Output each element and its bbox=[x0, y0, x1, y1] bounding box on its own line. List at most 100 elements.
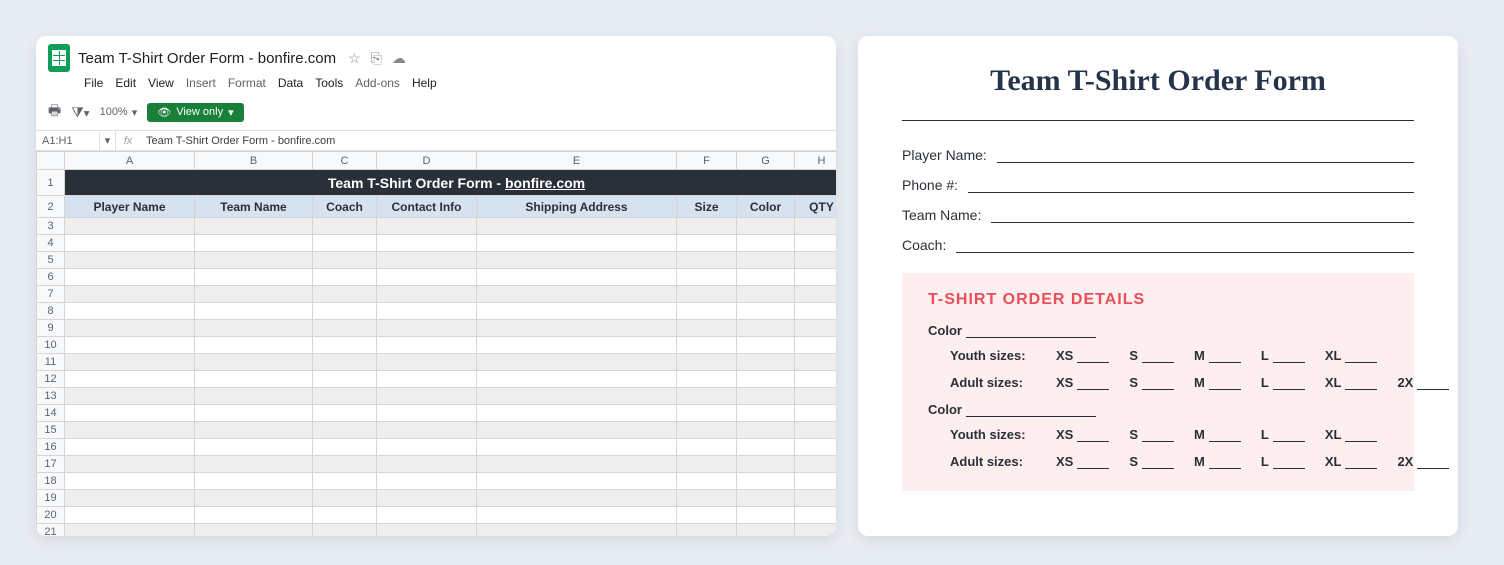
cell[interactable] bbox=[795, 490, 837, 507]
cell[interactable] bbox=[195, 405, 313, 422]
cell[interactable] bbox=[313, 405, 377, 422]
cell[interactable] bbox=[677, 388, 737, 405]
size-blank-line[interactable] bbox=[1077, 457, 1109, 469]
cell[interactable] bbox=[677, 320, 737, 337]
row-header[interactable]: 20 bbox=[37, 507, 65, 524]
cell[interactable] bbox=[377, 388, 477, 405]
cell[interactable] bbox=[795, 507, 837, 524]
cell[interactable] bbox=[477, 235, 677, 252]
row-header[interactable]: 2 bbox=[37, 196, 65, 218]
cell[interactable] bbox=[313, 371, 377, 388]
cell[interactable] bbox=[377, 252, 477, 269]
cell[interactable] bbox=[795, 371, 837, 388]
cell[interactable] bbox=[65, 269, 195, 286]
cell[interactable] bbox=[477, 405, 677, 422]
cell[interactable] bbox=[65, 388, 195, 405]
column-header-cell[interactable]: Player Name bbox=[65, 196, 195, 218]
menu-view[interactable]: View bbox=[148, 76, 174, 90]
cell[interactable] bbox=[65, 286, 195, 303]
color-blank-line[interactable] bbox=[966, 326, 1096, 338]
cell[interactable] bbox=[195, 439, 313, 456]
menu-help[interactable]: Help bbox=[412, 76, 437, 90]
cell[interactable] bbox=[313, 507, 377, 524]
cell[interactable] bbox=[377, 439, 477, 456]
cell[interactable] bbox=[795, 456, 837, 473]
cell[interactable] bbox=[195, 490, 313, 507]
cell[interactable] bbox=[737, 456, 795, 473]
cell[interactable] bbox=[737, 269, 795, 286]
cell[interactable] bbox=[737, 218, 795, 235]
cell[interactable] bbox=[313, 269, 377, 286]
cell[interactable] bbox=[677, 524, 737, 537]
cell[interactable] bbox=[65, 337, 195, 354]
cell[interactable] bbox=[677, 269, 737, 286]
row-header[interactable]: 11 bbox=[37, 354, 65, 371]
cell[interactable] bbox=[677, 422, 737, 439]
col-header[interactable]: H bbox=[795, 152, 837, 170]
cell[interactable] bbox=[477, 354, 677, 371]
cell[interactable] bbox=[477, 303, 677, 320]
cell[interactable] bbox=[737, 252, 795, 269]
cell[interactable] bbox=[795, 286, 837, 303]
cell[interactable] bbox=[65, 371, 195, 388]
filter-icon[interactable]: ⧩▾ bbox=[71, 104, 89, 121]
cell[interactable] bbox=[677, 286, 737, 303]
row-header[interactable]: 4 bbox=[37, 235, 65, 252]
cell[interactable] bbox=[477, 524, 677, 537]
column-header-cell[interactable]: Size bbox=[677, 196, 737, 218]
formula-bar-value[interactable]: Team T-Shirt Order Form - bonfire.com bbox=[140, 132, 341, 150]
cell[interactable] bbox=[677, 354, 737, 371]
cell[interactable] bbox=[195, 422, 313, 439]
cell[interactable] bbox=[377, 456, 477, 473]
cell[interactable] bbox=[795, 337, 837, 354]
cell[interactable] bbox=[477, 269, 677, 286]
cell[interactable] bbox=[377, 405, 477, 422]
cell[interactable] bbox=[737, 337, 795, 354]
star-icon[interactable]: ☆ bbox=[348, 50, 361, 67]
size-blank-line[interactable] bbox=[1209, 378, 1241, 390]
cell[interactable] bbox=[195, 303, 313, 320]
cell[interactable] bbox=[313, 320, 377, 337]
cell[interactable] bbox=[737, 235, 795, 252]
row-header[interactable]: 19 bbox=[37, 490, 65, 507]
cell[interactable] bbox=[737, 422, 795, 439]
cell[interactable] bbox=[737, 354, 795, 371]
sheet-title-cell[interactable]: Team T-Shirt Order Form - bonfire.com bbox=[65, 170, 837, 196]
cell[interactable] bbox=[313, 439, 377, 456]
cell[interactable] bbox=[377, 218, 477, 235]
cell[interactable] bbox=[195, 218, 313, 235]
cell[interactable] bbox=[677, 490, 737, 507]
cell[interactable] bbox=[477, 388, 677, 405]
blank-line[interactable] bbox=[997, 149, 1414, 163]
print-icon[interactable]: 🖶 bbox=[48, 100, 61, 124]
blank-line[interactable] bbox=[991, 209, 1414, 223]
size-blank-line[interactable] bbox=[1345, 351, 1377, 363]
view-only-button[interactable]: 👁 View only ▾ bbox=[147, 103, 243, 122]
cell[interactable] bbox=[65, 354, 195, 371]
cell[interactable] bbox=[313, 388, 377, 405]
column-header-cell[interactable]: QTY bbox=[795, 196, 837, 218]
cell[interactable] bbox=[313, 524, 377, 537]
cell[interactable] bbox=[377, 490, 477, 507]
cell[interactable] bbox=[195, 320, 313, 337]
cell[interactable] bbox=[795, 439, 837, 456]
cell[interactable] bbox=[195, 473, 313, 490]
col-header[interactable]: D bbox=[377, 152, 477, 170]
cell[interactable] bbox=[65, 456, 195, 473]
cell[interactable] bbox=[477, 473, 677, 490]
size-blank-line[interactable] bbox=[1142, 351, 1174, 363]
cell[interactable] bbox=[65, 303, 195, 320]
size-blank-line[interactable] bbox=[1273, 430, 1305, 442]
cell[interactable] bbox=[477, 490, 677, 507]
cell[interactable] bbox=[795, 354, 837, 371]
color-blank-line[interactable] bbox=[966, 405, 1096, 417]
size-blank-line[interactable] bbox=[1417, 378, 1449, 390]
cell[interactable] bbox=[737, 524, 795, 537]
row-header[interactable]: 1 bbox=[37, 170, 65, 196]
menu-tools[interactable]: Tools bbox=[315, 76, 343, 90]
cell[interactable] bbox=[795, 524, 837, 537]
size-blank-line[interactable] bbox=[1077, 430, 1109, 442]
cell[interactable] bbox=[195, 507, 313, 524]
cell[interactable] bbox=[477, 456, 677, 473]
document-name[interactable]: Team T-Shirt Order Form - bonfire.com bbox=[78, 50, 336, 67]
